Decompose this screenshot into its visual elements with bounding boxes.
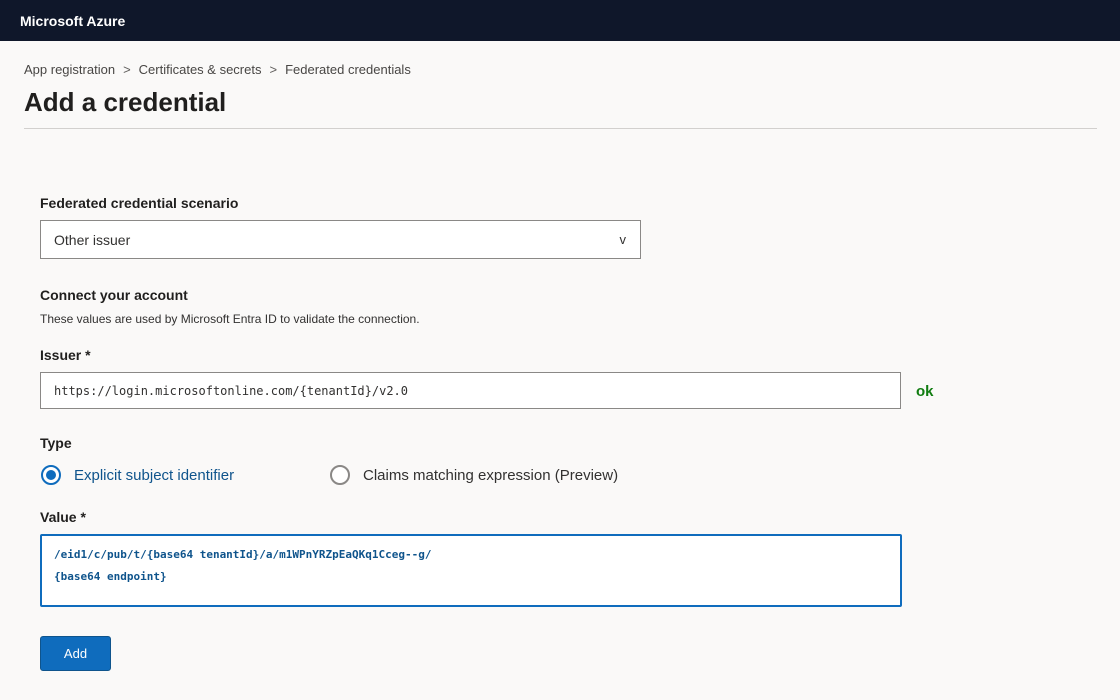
value-label: Value * — [40, 509, 86, 525]
top-bar: Microsoft Azure — [0, 0, 1120, 41]
value-textarea[interactable]: /eid1/c/pub/t/{base64 tenantId}/a/m1WPnY… — [40, 534, 902, 607]
scenario-dropdown[interactable]: Other issuer v — [40, 220, 641, 259]
page-title: Add a credential — [24, 87, 227, 117]
radio-checked-icon[interactable] — [41, 465, 61, 485]
issuer-status: ok — [916, 383, 934, 400]
connect-help-text: These values are used by Microsoft Entra… — [40, 312, 420, 326]
radio-claims-matching-expression[interactable]: Claims matching expression (Preview) — [330, 464, 618, 486]
radio-label: Explicit subject identifier — [74, 466, 235, 484]
breadcrumb-item-certificates-secrets[interactable]: Certificates & secrets — [139, 62, 262, 77]
radio-unchecked-icon[interactable] — [330, 465, 350, 485]
app-title[interactable]: Microsoft Azure — [20, 13, 125, 29]
issuer-value: https://login.microsoftonline.com/{tenan… — [54, 383, 409, 398]
chevron-down-icon: v — [619, 232, 627, 247]
breadcrumb-item-federated-credentials[interactable]: Federated credentials — [285, 62, 411, 77]
add-button[interactable]: Add — [40, 636, 111, 671]
breadcrumb-separator: > — [123, 62, 131, 77]
connect-heading: Connect your account — [40, 287, 188, 303]
scenario-label: Federated credential scenario — [40, 195, 239, 211]
breadcrumb-item-app-registration[interactable]: App registration — [24, 62, 115, 77]
type-label: Type — [40, 435, 72, 451]
value-line-2: {base64 endpoint} — [54, 570, 167, 583]
breadcrumb: App registration > Certificates & secret… — [24, 62, 411, 77]
scenario-selected-value: Other issuer — [54, 231, 131, 248]
value-line-1: /eid1/c/pub/t/{base64 tenantId}/a/m1WPnY… — [54, 548, 432, 561]
issuer-label: Issuer * — [40, 347, 91, 363]
radio-explicit-subject-identifier[interactable]: Explicit subject identifier — [41, 464, 234, 486]
radio-label: Claims matching expression (Preview) — [363, 466, 619, 484]
breadcrumb-separator: > — [269, 62, 278, 77]
issuer-input[interactable]: https://login.microsoftonline.com/{tenan… — [40, 372, 901, 409]
title-divider — [24, 128, 1097, 129]
